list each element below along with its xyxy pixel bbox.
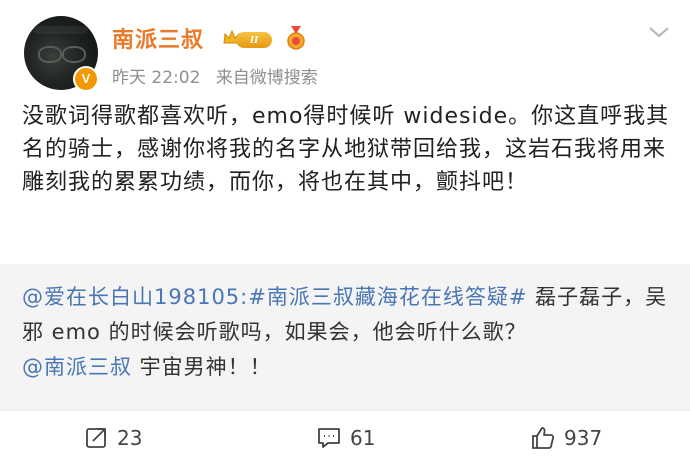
medal-icon[interactable] xyxy=(285,26,307,52)
post-time: 昨天 22:02 xyxy=(112,68,201,88)
comment-count: 61 xyxy=(350,426,376,450)
post-source: 来自微博搜索 xyxy=(215,68,318,88)
weibo-post: V 南派三叔 II 昨天 22:02 来自微博搜索 没歌词得歌都喜欢听，emo得… xyxy=(0,0,690,471)
post-meta: 昨天 22:02 来自微博搜索 xyxy=(112,63,328,88)
share-icon xyxy=(86,428,106,448)
avatar-shine xyxy=(34,26,88,34)
avatar-glasses-right xyxy=(62,46,86,63)
repost-count: 23 xyxy=(117,426,143,450)
reposted-content[interactable]: @爱在长白山198105:#南派三叔藏海花在线答疑# 磊子磊子，吴邪 emo 的… xyxy=(0,264,690,410)
like-icon xyxy=(532,427,555,449)
comment-button[interactable]: 61 xyxy=(316,423,375,453)
like-count: 937 xyxy=(564,426,603,450)
level-label: II xyxy=(236,32,272,48)
post-header: V 南派三叔 II 昨天 22:02 来自微博搜索 xyxy=(0,0,690,96)
chevron-down-icon[interactable] xyxy=(648,24,670,40)
reposted-body-2: 宇宙男神！！ xyxy=(132,355,272,379)
mention-link[interactable]: @爱在长白山198105: xyxy=(22,285,248,309)
action-bar: 23 61 937 xyxy=(0,410,690,472)
level-badge[interactable]: II xyxy=(222,28,278,50)
repost-button[interactable]: 23 xyxy=(85,423,142,453)
comment-icon xyxy=(318,428,340,448)
verified-badge-icon: V xyxy=(73,66,99,92)
avatar-glasses-left xyxy=(38,46,62,63)
post-text: 没歌词得歌都喜欢听，emo得时候听 wideside。你这直呼我其名的骑士，感谢… xyxy=(22,104,670,195)
user-name[interactable]: 南派三叔 xyxy=(112,22,204,54)
topic-link[interactable]: #南派三叔藏海花在线答疑# xyxy=(248,285,527,309)
reposted-text: @爱在长白山198105:#南派三叔藏海花在线答疑# 磊子磊子，吴邪 emo 的… xyxy=(22,280,672,385)
mention-link-2[interactable]: @南派三叔 xyxy=(22,355,132,379)
like-button[interactable]: 937 xyxy=(530,423,602,453)
